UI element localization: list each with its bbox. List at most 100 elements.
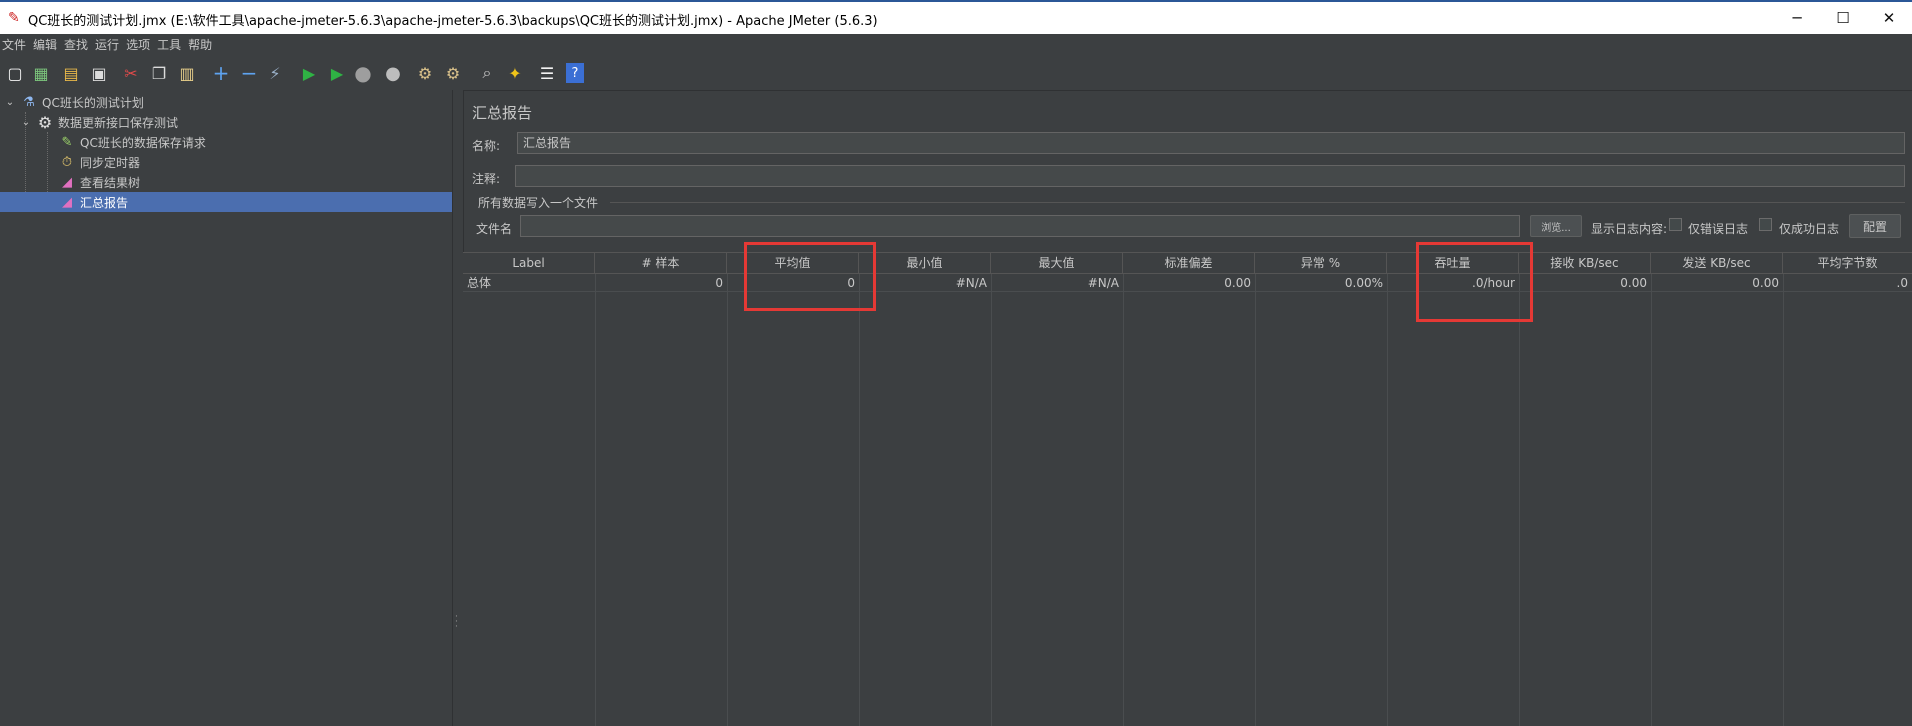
table-header: Label # 样本 平均值 最小值 最大值 标准偏差 异常 % 吞吐量 接收 … (463, 252, 1912, 274)
tree-label: 汇总报告 (80, 195, 129, 210)
column-divider (595, 274, 596, 726)
column-header-received-kb[interactable]: 接收 KB/sec (1519, 253, 1651, 273)
success-only-checkbox[interactable] (1759, 218, 1772, 231)
errors-only-checkbox[interactable] (1669, 218, 1682, 231)
filename-field[interactable] (520, 215, 1520, 237)
start-icon[interactable]: ▶ (298, 62, 320, 84)
drag-handle-icon[interactable]: · · · (455, 613, 459, 632)
flask-icon: ⚗ (23, 94, 35, 110)
menu-search[interactable]: 查找 (64, 36, 95, 53)
chevron-down-icon[interactable]: ⌄ (20, 114, 32, 130)
toggle-icon[interactable]: ⚡ (264, 62, 286, 84)
column-header-samples[interactable]: # 样本 (595, 253, 727, 273)
test-plan-tree: ⌄ ⚗ QC班长的测试计划 ⌄ ⚙ 数据更新接口保存测试 ✎ QC班长的数据保存… (0, 90, 452, 726)
tree-item-http-request[interactable]: ✎ QC班长的数据保存请求 (58, 132, 206, 152)
highlight-box-throughput (1416, 242, 1533, 322)
templates-icon[interactable]: ▦ (30, 62, 52, 84)
column-header-min[interactable]: 最小值 (859, 253, 991, 273)
collapse-icon[interactable]: − (238, 61, 260, 85)
column-divider (1387, 274, 1388, 726)
new-icon[interactable]: ▢ (4, 62, 26, 84)
menu-tools[interactable]: 工具 (157, 36, 188, 53)
menu-help[interactable]: 帮助 (188, 36, 219, 53)
minimize-button[interactable]: ─ (1774, 2, 1820, 34)
menu-edit[interactable]: 编辑 (33, 36, 64, 53)
column-header-max[interactable]: 最大值 (991, 253, 1123, 273)
chevron-down-icon[interactable]: ⌄ (4, 94, 16, 110)
table-cell-avg-bytes[interactable]: .0 (1783, 274, 1912, 292)
table-cell-samples[interactable]: 0 (595, 274, 727, 292)
tree-label: 同步定时器 (80, 155, 141, 170)
configure-button[interactable]: 配置 (1849, 214, 1901, 238)
column-divider (1255, 274, 1256, 726)
expand-icon[interactable]: + (210, 61, 232, 85)
success-only-label: 仅成功日志 (1779, 222, 1840, 236)
jmeter-feather-icon: ✎ (8, 10, 20, 26)
errors-only-label: 仅错误日志 (1688, 222, 1749, 236)
tree-label: 查看结果树 (80, 175, 141, 190)
tree-item-view-results-tree[interactable]: ◢ 查看结果树 (58, 172, 140, 192)
log-content-label: 显示日志内容: (1591, 222, 1668, 236)
filename-label: 文件名 (476, 222, 513, 236)
maximize-button[interactable]: ☐ (1820, 2, 1866, 34)
browse-button[interactable]: 浏览... (1530, 215, 1582, 237)
column-divider (1123, 274, 1124, 726)
clear-icon[interactable]: ⚙ (414, 62, 436, 84)
group-border (610, 202, 1905, 203)
menu-options[interactable]: 选项 (126, 36, 157, 53)
paste-icon[interactable]: ▥ (176, 62, 198, 84)
save-icon[interactable]: ▣ (88, 62, 110, 84)
table-cell-max[interactable]: #N/A (991, 274, 1123, 292)
tree-item-sync-timer[interactable]: ⏱ 同步定时器 (58, 152, 140, 172)
column-divider (1783, 274, 1784, 726)
column-divider (859, 274, 860, 726)
chart-icon: ◢ (62, 194, 72, 210)
tree-item-summary-report[interactable]: ◢ 汇总报告 (58, 192, 128, 212)
reset-search-icon[interactable]: ✦ (504, 62, 526, 84)
toolbar: ▢ ▦ ▤ ▣ ✂ ❐ ▥ + − ⚡ ▶ ▶ ● ● ⚙ ⚙ ⌕ ✦ ☰ ? (0, 56, 1912, 91)
pipette-icon: ✎ (61, 134, 73, 150)
column-header-avg-bytes[interactable]: 平均字节数 (1783, 253, 1912, 273)
cut-icon[interactable]: ✂ (120, 62, 142, 84)
tree-item-test-plan[interactable]: ⌄ ⚗ QC班长的测试计划 (4, 92, 144, 112)
column-header-label[interactable]: Label (463, 253, 595, 273)
table-cell-std-dev[interactable]: 0.00 (1123, 274, 1255, 292)
stop-icon[interactable]: ● (352, 61, 374, 85)
table-cell-label[interactable]: 总体 (463, 274, 595, 292)
window-title: QC班长的测试计划.jmx (E:\软件工具\apache-jmeter-5.6… (28, 14, 878, 29)
column-divider (1519, 274, 1520, 726)
comment-field[interactable] (515, 165, 1905, 187)
highlight-box-average (744, 242, 876, 311)
clear-all-icon[interactable]: ⚙ (442, 62, 464, 84)
summary-report-panel: 汇总报告 名称: 汇总报告 注释: 所有数据写入一个文件 文件名 浏览... 显… (463, 90, 1912, 726)
table-cell-error-pct[interactable]: 0.00% (1255, 274, 1387, 292)
close-button[interactable]: ✕ (1866, 2, 1912, 34)
start-no-pause-icon[interactable]: ▶ (326, 62, 348, 84)
table-cell-min[interactable]: #N/A (859, 274, 991, 292)
copy-icon[interactable]: ❐ (148, 62, 170, 84)
summary-table: Label # 样本 平均值 最小值 最大值 标准偏差 异常 % 吞吐量 接收 … (463, 242, 1912, 726)
help-icon[interactable]: ? (566, 63, 584, 83)
comment-label: 注释: (472, 172, 501, 186)
tree-item-thread-group[interactable]: ⌄ ⚙ 数据更新接口保存测试 (20, 112, 178, 132)
menu-file[interactable]: 文件 (2, 36, 33, 53)
shutdown-icon[interactable]: ● (382, 62, 404, 84)
column-header-std-dev[interactable]: 标准偏差 (1123, 253, 1255, 273)
group-title: 所有数据写入一个文件 (478, 196, 599, 210)
name-label: 名称: (472, 139, 501, 153)
column-header-sent-kb[interactable]: 发送 KB/sec (1651, 253, 1783, 273)
table-cell-sent-kb[interactable]: 0.00 (1651, 274, 1783, 292)
column-divider (991, 274, 992, 726)
search-icon[interactable]: ⌕ (476, 62, 498, 84)
tree-label: QC班长的测试计划 (42, 95, 144, 110)
window-titlebar: ✎ QC班长的测试计划.jmx (E:\软件工具\apache-jmeter-5… (0, 0, 1912, 34)
menu-run[interactable]: 运行 (95, 36, 126, 53)
menu-bar: 文件 编辑 查找 运行 选项 工具 帮助 (0, 34, 1912, 54)
table-cell-received-kb[interactable]: 0.00 (1519, 274, 1651, 292)
panel-title: 汇总报告 (472, 104, 533, 122)
name-field[interactable]: 汇总报告 (517, 132, 1905, 154)
chart-icon: ◢ (62, 174, 72, 190)
function-helper-icon[interactable]: ☰ (536, 62, 558, 84)
open-icon[interactable]: ▤ (60, 62, 82, 84)
column-header-error-pct[interactable]: 异常 % (1255, 253, 1387, 273)
